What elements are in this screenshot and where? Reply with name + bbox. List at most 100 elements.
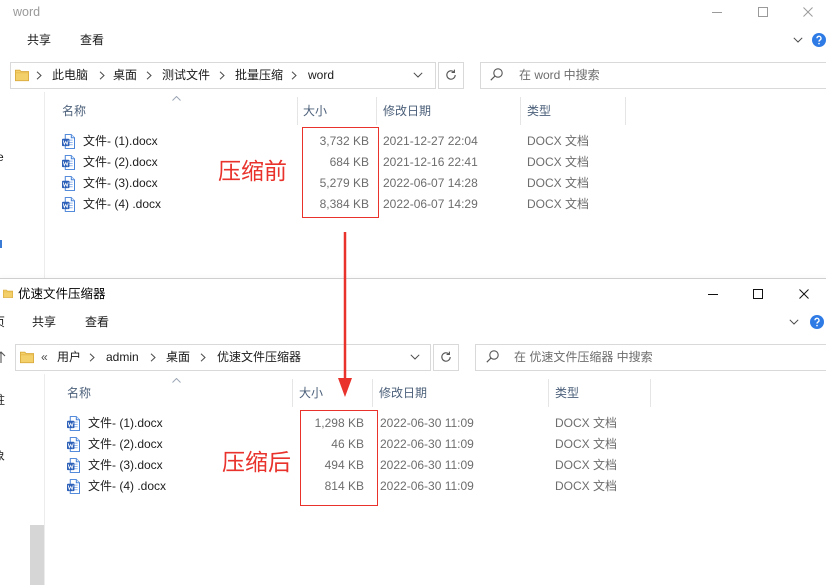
- minimize-icon: [708, 294, 718, 295]
- breadcrumb-desktop[interactable]: 桌面: [113, 67, 137, 83]
- nav-pane-scrollbar[interactable]: [30, 525, 44, 585]
- chevron-right-icon[interactable]: [200, 353, 206, 362]
- file-type: DOCX 文档: [527, 134, 590, 148]
- folder-icon: [20, 350, 34, 364]
- refresh-button[interactable]: [433, 344, 459, 371]
- column-header-modified[interactable]: 修改日期: [383, 103, 431, 119]
- breadcrumb-admin[interactable]: admin: [106, 349, 139, 365]
- column-header-name[interactable]: 名称: [67, 385, 91, 401]
- tab-view[interactable]: 查看: [80, 32, 104, 48]
- label-after-compression: 压缩后: [222, 449, 291, 475]
- help-icon[interactable]: [810, 315, 824, 329]
- nav-pane-divider[interactable]: [44, 92, 45, 278]
- file-name[interactable]: 文件- (4) .docx: [88, 478, 166, 494]
- breadcrumb-overflow[interactable]: «: [41, 349, 48, 365]
- column-header-name[interactable]: 名称: [62, 103, 86, 119]
- window-title: 优速文件压缩器: [18, 287, 106, 301]
- chevron-down-icon[interactable]: [410, 354, 420, 360]
- breadcrumb-test-files[interactable]: 测试文件: [162, 67, 210, 83]
- file-name[interactable]: 文件- (2).docx: [88, 436, 163, 452]
- window-title: word: [13, 5, 41, 19]
- minimize-icon: [712, 12, 722, 13]
- breadcrumb-word[interactable]: word: [308, 67, 334, 83]
- breadcrumb-compressor[interactable]: 优速文件压缩器: [217, 349, 301, 365]
- file-name[interactable]: 文件- (1).docx: [88, 415, 163, 431]
- chevron-right-icon[interactable]: [99, 71, 105, 80]
- word-doc-icon: [67, 437, 80, 452]
- nav-pane-item-fragment[interactable]: 象: [0, 448, 5, 464]
- column-divider[interactable]: [650, 379, 651, 407]
- file-name[interactable]: 文件- (3).docx: [88, 457, 163, 473]
- maximize-button[interactable]: [738, 279, 784, 309]
- search-placeholder[interactable]: 在 word 中搜索: [519, 67, 600, 83]
- file-name[interactable]: 文件- (4) .docx: [83, 196, 161, 212]
- column-header-size[interactable]: 大小: [303, 103, 327, 119]
- file-name[interactable]: 文件- (2).docx: [83, 154, 158, 170]
- up-arrow-icon: [0, 351, 6, 363]
- up-button[interactable]: [0, 349, 7, 365]
- explorer-window-compressor: 优速文件压缩器 页 共享 查看 « 用户 admin 桌面: [0, 279, 826, 585]
- column-divider[interactable]: [372, 379, 373, 407]
- column-header-type[interactable]: 类型: [555, 385, 579, 401]
- chevron-right-icon[interactable]: [150, 353, 156, 362]
- file-name[interactable]: 文件- (3).docx: [83, 175, 158, 191]
- chevron-down-icon[interactable]: [793, 37, 803, 43]
- size-highlight-before: [302, 127, 379, 218]
- column-header-type[interactable]: 类型: [527, 103, 551, 119]
- column-divider[interactable]: [297, 97, 298, 125]
- file-modified: 2022-06-07 14:28: [383, 176, 478, 190]
- chevron-right-icon[interactable]: [36, 71, 42, 80]
- close-icon: [803, 7, 813, 17]
- column-divider[interactable]: [625, 97, 626, 125]
- file-modified: 2022-06-07 14:29: [383, 197, 478, 211]
- minimize-button[interactable]: [693, 279, 738, 309]
- breadcrumb-desktop[interactable]: 桌面: [166, 349, 190, 365]
- tab-share[interactable]: 共享: [32, 314, 56, 330]
- column-divider[interactable]: [292, 379, 293, 407]
- search-placeholder[interactable]: 在 优速文件压缩器 中搜索: [514, 349, 653, 365]
- column-divider[interactable]: [520, 97, 521, 125]
- word-doc-icon: [62, 155, 75, 170]
- refresh-button[interactable]: [438, 62, 464, 89]
- close-button[interactable]: [784, 279, 826, 309]
- minimize-button[interactable]: [697, 0, 743, 26]
- label-before-compression: 压缩前: [218, 158, 287, 184]
- nav-icon-fragment: [0, 240, 2, 248]
- chevron-down-icon[interactable]: [413, 72, 423, 78]
- chevron-down-icon[interactable]: [789, 319, 799, 325]
- nav-pane-divider[interactable]: [44, 374, 45, 585]
- column-divider[interactable]: [548, 379, 549, 407]
- breadcrumb-batch-compress[interactable]: 批量压缩: [235, 67, 283, 83]
- refresh-icon: [440, 351, 452, 363]
- file-type: DOCX 文档: [527, 155, 590, 169]
- chevron-right-icon[interactable]: [291, 71, 297, 80]
- close-icon: [799, 289, 809, 299]
- breadcrumb-this-pc[interactable]: 此电脑: [52, 67, 88, 83]
- close-button[interactable]: [789, 0, 826, 26]
- chevron-right-icon[interactable]: [146, 71, 152, 80]
- file-modified: 2022-06-30 11:09: [380, 437, 474, 451]
- word-doc-icon: [67, 479, 80, 494]
- folder-icon: [3, 288, 13, 299]
- word-doc-icon: [67, 416, 80, 431]
- column-divider[interactable]: [376, 97, 377, 125]
- file-name[interactable]: 文件- (1).docx: [83, 133, 158, 149]
- tab-share[interactable]: 共享: [27, 32, 51, 48]
- tab-home-fragment[interactable]: 页: [0, 314, 5, 330]
- maximize-icon: [758, 7, 768, 17]
- word-doc-icon: [62, 197, 75, 212]
- chevron-right-icon[interactable]: [89, 353, 95, 362]
- chevron-right-icon[interactable]: [219, 71, 225, 80]
- tab-view[interactable]: 查看: [85, 314, 109, 330]
- column-header-modified[interactable]: 修改日期: [379, 385, 427, 401]
- file-modified: 2021-12-27 22:04: [383, 134, 478, 148]
- file-type: DOCX 文档: [555, 437, 618, 451]
- nav-pane-item-fragment[interactable]: 驻: [0, 392, 5, 408]
- explorer-window-word: word 共享 查看 此电脑 桌面 测试文件 批量压缩 word 在 word …: [0, 0, 826, 278]
- help-icon[interactable]: [812, 33, 826, 47]
- breadcrumb-users[interactable]: 用户: [57, 349, 81, 365]
- search-icon: [486, 350, 499, 363]
- nav-pane-item-fragment[interactable]: e: [0, 149, 4, 165]
- column-header-size[interactable]: 大小: [299, 385, 323, 401]
- maximize-button[interactable]: [743, 0, 789, 26]
